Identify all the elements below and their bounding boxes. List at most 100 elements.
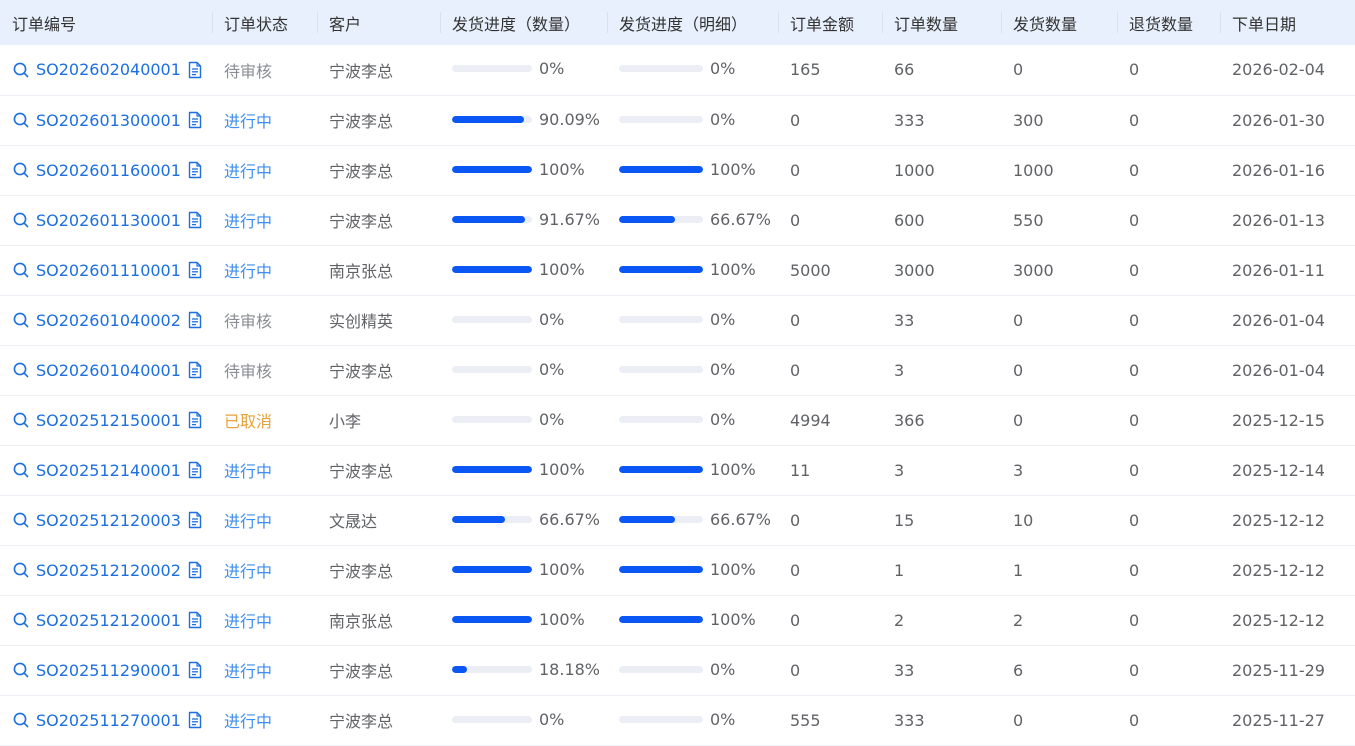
document-icon[interactable] [187, 511, 203, 529]
order-no-link[interactable]: SO202601040001 [36, 361, 181, 380]
search-icon[interactable] [12, 161, 30, 179]
column-header[interactable]: 发货进度（明细） [607, 0, 778, 45]
order-no-link[interactable]: SO202601130001 [36, 211, 181, 230]
order-no-link[interactable]: SO202601110001 [36, 261, 181, 280]
search-icon[interactable] [12, 311, 30, 329]
order-no-link[interactable]: SO202601040002 [36, 311, 181, 330]
progress-detail-label: 0% [710, 409, 736, 429]
progress-fill [452, 515, 506, 523]
search-icon[interactable] [12, 611, 30, 629]
progress-track [619, 315, 703, 323]
customer-name: 宁波李总 [329, 212, 394, 231]
table-row[interactable]: SO202512120001 进行中 南京张总 100% 100% 0 2 2 … [0, 595, 1355, 645]
document-icon[interactable] [187, 61, 203, 79]
table-row[interactable]: SO202512150001 已取消 小李 0% 0% 4994 366 0 0… [0, 395, 1355, 445]
table-row[interactable]: SO202512120003 进行中 文晟达 66.67% 66.67% 0 1… [0, 495, 1355, 545]
document-icon[interactable] [187, 461, 203, 479]
document-icon[interactable] [187, 611, 203, 629]
search-icon[interactable] [12, 561, 30, 579]
order-qty-cell: 3000 [894, 260, 935, 280]
progress-fill [619, 565, 703, 573]
progress-qty-label: 0% [539, 309, 565, 329]
amount-cell: 0 [790, 510, 801, 530]
document-icon[interactable] [187, 661, 203, 679]
table-row[interactable]: SO202511270001 进行中 宁波李总 0% 0% 555 333 0 … [0, 695, 1355, 745]
return-qty-cell: 0 [1129, 460, 1140, 480]
document-icon[interactable] [187, 711, 203, 729]
document-icon[interactable] [187, 161, 203, 179]
status-cell: 进行中 [212, 95, 317, 145]
return-qty-cell: 0 [1129, 310, 1140, 330]
progress-qty-bar: 100% [452, 610, 607, 629]
document-icon[interactable] [187, 411, 203, 429]
column-header[interactable]: 下单日期 [1220, 0, 1355, 45]
progress-qty-bar: 100% [452, 560, 607, 579]
status-badge: 进行中 [224, 162, 273, 181]
order-no-link[interactable]: SO202512140001 [36, 461, 181, 480]
status-badge: 待审核 [224, 362, 273, 381]
search-icon[interactable] [12, 361, 30, 379]
table-row[interactable]: SO202602040001 待审核 宁波李总 0% 0% 165 66 0 0… [0, 45, 1355, 95]
order-no-link[interactable]: SO202601300001 [36, 111, 181, 130]
search-icon[interactable] [12, 61, 30, 79]
table-row[interactable]: SO202601160001 进行中 宁波李总 100% 100% 0 1000… [0, 145, 1355, 195]
progress-detail-cell: 0% [607, 345, 778, 395]
order-no-link[interactable]: SO202512150001 [36, 411, 181, 430]
order-no-link[interactable]: SO202512120002 [36, 561, 181, 580]
progress-detail-cell: 0% [607, 395, 778, 445]
progress-track [452, 415, 532, 423]
order-no-link[interactable]: SO202601160001 [36, 161, 181, 180]
column-header[interactable]: 发货数量 [1001, 0, 1117, 45]
table-row[interactable]: SO202511290001 进行中 宁波李总 18.18% 0% 0 33 6… [0, 645, 1355, 695]
order-date-cell: 2025-12-12 [1232, 610, 1325, 630]
progress-detail-label: 100% [710, 559, 756, 579]
table-row[interactable]: SO202601040002 待审核 实创精英 0% 0% 0 33 0 0 2… [0, 295, 1355, 345]
search-icon[interactable] [12, 111, 30, 129]
search-icon[interactable] [12, 411, 30, 429]
column-header[interactable]: 客户 [317, 0, 440, 45]
amount-cell: 165 [790, 60, 821, 80]
progress-detail-bar: 0% [619, 360, 778, 379]
order-date-cell: 2025-11-29 [1232, 660, 1325, 680]
order-no-link[interactable]: SO202511290001 [36, 661, 181, 680]
order-no-link[interactable]: SO202512120001 [36, 611, 181, 630]
table-row[interactable]: SO202512120002 进行中 宁波李总 100% 100% 0 1 1 … [0, 545, 1355, 595]
order-qty-cell: 366 [894, 410, 925, 430]
search-icon[interactable] [12, 511, 30, 529]
column-header[interactable]: 发货进度（数量） [440, 0, 607, 45]
column-header[interactable]: 退货数量 [1117, 0, 1220, 45]
document-icon[interactable] [187, 311, 203, 329]
document-icon[interactable] [187, 211, 203, 229]
table-row[interactable]: SO202601300001 进行中 宁波李总 90.09% 0% 0 333 … [0, 95, 1355, 145]
customer-cell: 宁波李总 [317, 695, 440, 745]
column-header[interactable]: 订单金额 [778, 0, 882, 45]
status-badge: 进行中 [224, 712, 273, 731]
search-icon[interactable] [12, 211, 30, 229]
progress-track [452, 115, 532, 123]
table-row[interactable]: SO202601130001 进行中 宁波李总 91.67% 66.67% 0 … [0, 195, 1355, 245]
order-no-link[interactable]: SO202602040001 [36, 60, 181, 79]
document-icon[interactable] [187, 111, 203, 129]
table-row[interactable]: SO202601110001 进行中 南京张总 100% 100% 5000 3… [0, 245, 1355, 295]
table-row[interactable]: SO202601040001 待审核 宁波李总 0% 0% 0 3 0 0 20… [0, 345, 1355, 395]
search-icon[interactable] [12, 711, 30, 729]
order-no-link[interactable]: SO202511270001 [36, 711, 181, 730]
progress-qty-label: 100% [539, 259, 585, 279]
progress-detail-bar: 100% [619, 160, 778, 179]
table-row[interactable]: SO202512140001 进行中 宁波李总 100% 100% 11 3 3… [0, 445, 1355, 495]
document-icon[interactable] [187, 561, 203, 579]
progress-qty-label: 100% [539, 159, 585, 179]
column-header[interactable]: 订单数量 [882, 0, 1001, 45]
document-icon[interactable] [187, 261, 203, 279]
search-icon[interactable] [12, 261, 30, 279]
progress-detail-bar: 0% [619, 410, 778, 429]
document-icon[interactable] [187, 361, 203, 379]
search-icon[interactable] [12, 461, 30, 479]
column-header[interactable]: 订单状态 [212, 0, 317, 45]
customer-name: 南京张总 [329, 262, 394, 281]
column-header[interactable]: 订单编号 [0, 0, 212, 45]
order-qty-cell: 333 [894, 110, 925, 130]
progress-detail-bar: 0% [619, 660, 778, 679]
order-no-link[interactable]: SO202512120003 [36, 511, 181, 530]
search-icon[interactable] [12, 661, 30, 679]
